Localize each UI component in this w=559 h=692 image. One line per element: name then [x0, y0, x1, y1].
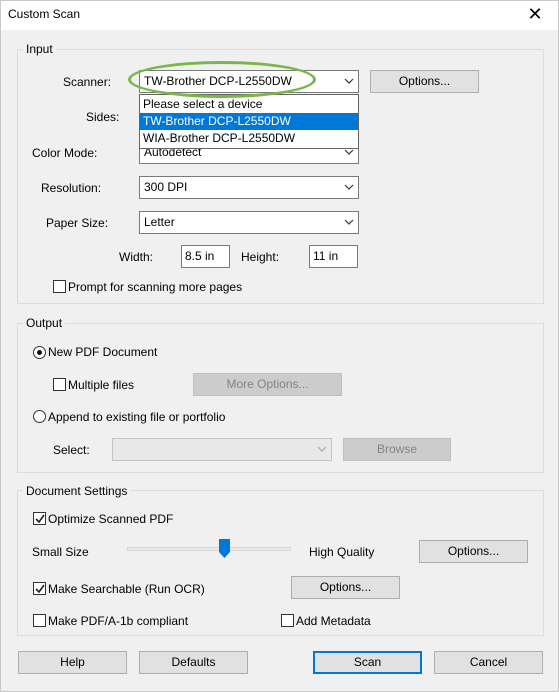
quality-slider-track[interactable]	[127, 547, 291, 551]
resolution-dropdown[interactable]: 300 DPI	[139, 176, 359, 199]
help-button[interactable]: Help	[18, 651, 127, 674]
pdfa-checkbox[interactable]	[33, 614, 46, 627]
optimize-options-button[interactable]: Options...	[419, 540, 528, 563]
custom-scan-dialog: Custom Scan ✕ Input Scanner: TW-Brother …	[0, 0, 559, 692]
multiple-files-checkbox[interactable]	[53, 378, 66, 391]
output-group-label: Output	[23, 316, 66, 330]
append-label: Append to existing file or portfolio	[48, 410, 226, 424]
optimize-checkbox[interactable]	[33, 512, 46, 525]
append-radio[interactable]	[33, 410, 46, 423]
checkmark-icon	[35, 514, 45, 524]
browse-button[interactable]: Browse	[343, 438, 451, 461]
width-label: Width:	[119, 250, 154, 264]
scanner-options-button[interactable]: Options...	[370, 70, 479, 93]
chevron-down-icon	[340, 177, 358, 198]
make-searchable-checkbox[interactable]	[33, 582, 46, 595]
highlight-oval	[128, 61, 316, 98]
paper-size-dropdown[interactable]: Letter	[139, 211, 359, 234]
dropdown-item[interactable]: Please select a device	[140, 96, 358, 113]
add-metadata-label: Add Metadata	[296, 614, 371, 628]
height-label: Height:	[241, 250, 280, 264]
sides-label: Sides:	[86, 110, 120, 124]
high-quality-label: High Quality	[309, 545, 375, 559]
checkmark-icon	[35, 584, 45, 594]
scanner-label: Scanner:	[63, 75, 112, 89]
select-label: Select:	[53, 443, 90, 457]
cancel-button[interactable]: Cancel	[434, 651, 543, 674]
dropdown-item[interactable]: WIA-Brother DCP-L2550DW	[140, 130, 358, 147]
window-title: Custom Scan	[8, 7, 81, 21]
more-options-button[interactable]: More Options...	[193, 373, 342, 396]
scan-button[interactable]: Scan	[313, 651, 422, 674]
resolution-label: Resolution:	[41, 181, 102, 195]
width-field[interactable]: 8.5 in	[181, 245, 230, 268]
resolution-value: 300 DPI	[144, 180, 188, 194]
select-file-dropdown[interactable]	[112, 438, 332, 461]
paper-size-value: Letter	[144, 215, 175, 229]
prompt-more-pages-checkbox[interactable]	[53, 280, 66, 293]
chevron-down-icon	[340, 71, 358, 92]
title-bar: Custom Scan ✕	[1, 1, 558, 30]
radio-selected-dot	[37, 350, 42, 355]
pdfa-label: Make PDF/A-1b compliant	[48, 614, 189, 628]
small-size-label: Small Size	[32, 545, 89, 559]
prompt-more-pages-label: Prompt for scanning more pages	[68, 280, 243, 294]
new-pdf-radio[interactable]	[33, 346, 46, 359]
input-group-label: Input	[23, 42, 56, 56]
color-mode-label: Color Mode:	[32, 146, 98, 160]
quality-slider-thumb[interactable]	[219, 539, 230, 558]
document-settings-label: Document Settings	[23, 484, 131, 498]
add-metadata-checkbox[interactable]	[281, 614, 294, 627]
chevron-down-icon	[340, 212, 358, 233]
new-pdf-label: New PDF Document	[48, 345, 158, 359]
close-icon[interactable]: ✕	[512, 1, 558, 30]
ocr-options-button[interactable]: Options...	[291, 576, 400, 599]
paper-size-label: Paper Size:	[46, 216, 109, 230]
height-field[interactable]: 11 in	[309, 245, 358, 268]
defaults-button[interactable]: Defaults	[139, 651, 248, 674]
make-searchable-label: Make Searchable (Run OCR)	[48, 582, 205, 596]
multiple-files-label: Multiple files	[68, 378, 135, 392]
dropdown-item-selected[interactable]: TW-Brother DCP-L2550DW	[140, 113, 358, 130]
chevron-down-icon	[313, 439, 331, 460]
optimize-label: Optimize Scanned PDF	[48, 512, 174, 526]
scanner-dropdown-list: Please select a device TW-Brother DCP-L2…	[139, 94, 359, 149]
